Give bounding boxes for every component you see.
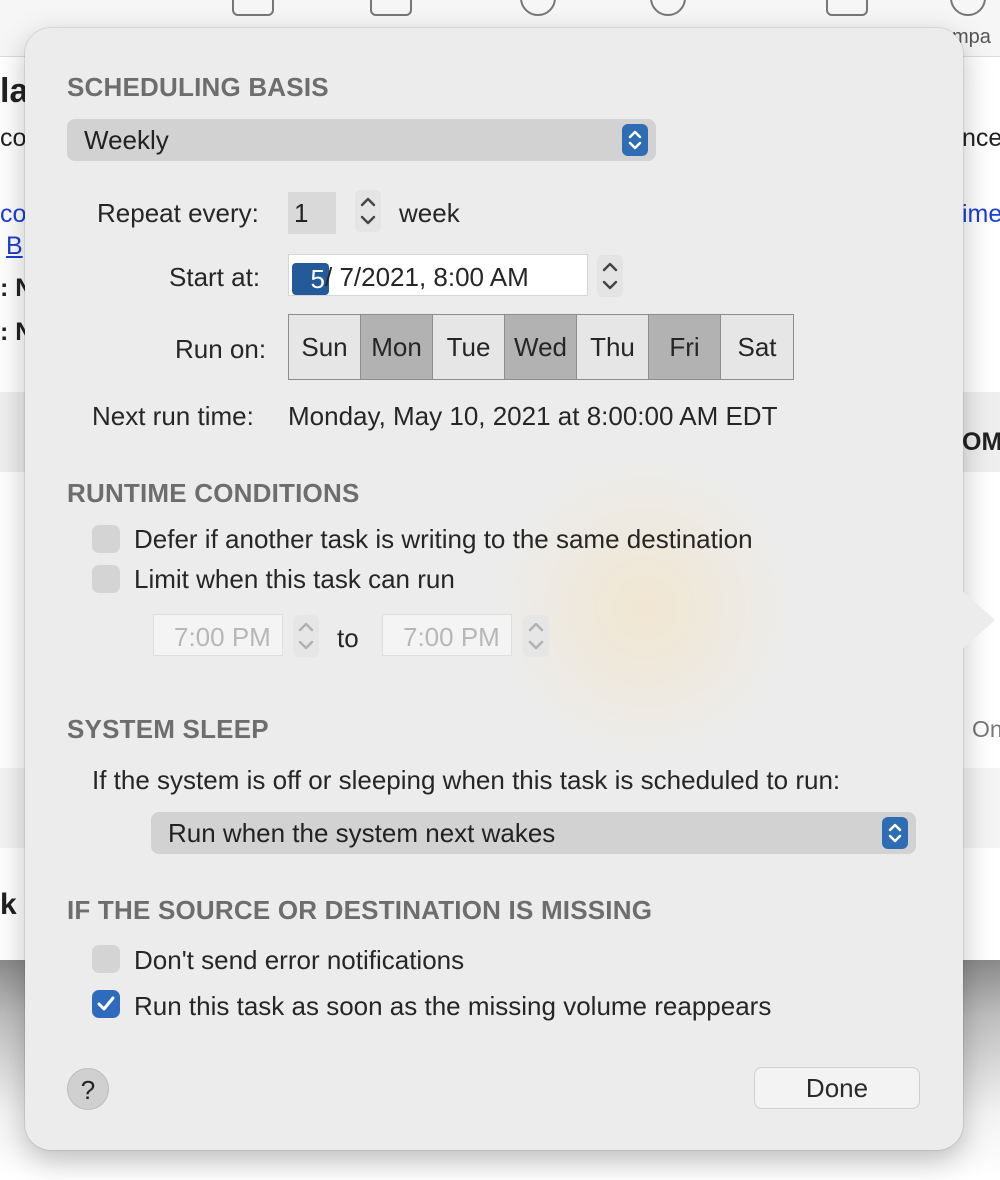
defer-label: Defer if another task is writing to the … [134,524,753,554]
repeat-every-value: 1 [294,198,309,228]
limit-to-label: to [337,623,359,653]
system-sleep-title: SYSTEM SLEEP [67,714,269,744]
start-month-segment[interactable]: 5 [292,263,329,295]
limit-to-field[interactable]: 7:00 PM [382,614,512,656]
run-on-reappear-checkbox[interactable] [92,990,120,1018]
toolbar-keyboard-icon[interactable] [826,0,868,16]
background-text-fragment: OM [962,428,1000,456]
system-sleep-popup[interactable]: Run when the system next wakes [151,812,916,854]
toolbar-status-icon[interactable] [650,0,686,16]
day-sun[interactable]: Sun [289,315,361,379]
system-sleep-description: If the system is off or sleeping when th… [92,765,841,795]
background-text-fragment: k [0,888,17,921]
start-at-stepper[interactable] [597,255,623,297]
limit-checkbox[interactable] [92,565,120,593]
limit-from-value: 7:00 PM [174,622,271,652]
day-wed[interactable]: Wed [505,315,577,379]
background-link-fragment[interactable]: ime [962,200,1000,229]
start-at-label: Start at: [169,262,261,292]
schedule-popover: SCHEDULING BASIS Weekly Repeat every: 1 … [25,28,995,1150]
repeat-every-label: Repeat every: [97,198,259,228]
background-text-fragment: On [972,716,1000,742]
toolbar-sidebar-icon[interactable] [232,0,274,16]
help-button[interactable]: ? [67,1068,109,1110]
day-fri[interactable]: Fri [649,315,721,379]
repeat-every-stepper[interactable] [355,190,381,232]
toolbar-compare-icon[interactable] [950,0,986,16]
start-at-rest: / 7/2021, 8:00 AM [325,262,529,292]
scheduling-basis-popup[interactable]: Weekly [67,119,656,161]
runtime-conditions-title: RUNTIME CONDITIONS [67,478,360,508]
scheduling-basis-value: Weekly [84,125,169,155]
run-on-reappear-label: Run this task as soon as the missing vol… [134,991,772,1021]
done-button[interactable]: Done [754,1067,920,1109]
limit-to-value: 7:00 PM [403,622,500,652]
limit-from-stepper[interactable] [293,615,319,657]
repeat-unit-label: week [399,198,460,228]
day-tue[interactable]: Tue [433,315,505,379]
defer-checkbox[interactable] [92,525,120,553]
toolbar-history-icon[interactable] [520,0,556,16]
day-thu[interactable]: Thu [577,315,649,379]
system-sleep-value: Run when the system next wakes [168,818,556,848]
next-run-value: Monday, May 10, 2021 at 8:00:00 AM EDT [288,401,778,431]
no-errors-checkbox[interactable] [92,945,120,973]
popover-arrow [959,588,995,652]
popup-chevron-icon [622,124,648,156]
missing-volume-title: IF THE SOURCE OR DESTINATION IS MISSING [67,895,653,925]
day-mon[interactable]: Mon [361,315,433,379]
limit-label: Limit when this task can run [134,564,455,594]
next-run-label: Next run time: [92,401,254,431]
toolbar-calendar-icon[interactable] [370,0,412,16]
checkmark-icon [97,996,115,1011]
limit-from-field[interactable]: 7:00 PM [153,614,283,656]
limit-to-stepper[interactable] [523,615,549,657]
repeat-every-field[interactable]: 1 [288,192,336,234]
background-text-fragment: co [0,124,27,152]
run-on-label: Run on: [175,334,267,364]
scheduling-basis-title: SCHEDULING BASIS [67,72,329,102]
background-text-fragment: nce [962,124,1000,152]
run-on-days: Sun Mon Tue Wed Thu Fri Sat [288,314,794,380]
day-sat[interactable]: Sat [721,315,793,379]
background-link-fragment[interactable]: co [0,200,26,229]
background-link-fragment[interactable]: B [6,232,23,261]
no-errors-label: Don't send error notifications [134,945,465,975]
popup-chevron-icon [882,817,908,849]
